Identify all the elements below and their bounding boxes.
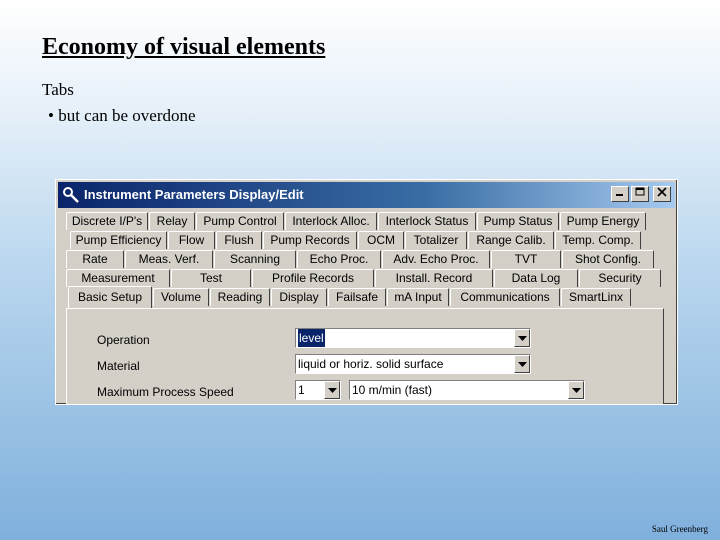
tab-reading[interactable]: Reading [210, 288, 270, 306]
tab-security[interactable]: Security [579, 269, 661, 287]
speed-value: 10 m/min (fast) [352, 383, 433, 397]
tab-pump-status[interactable]: Pump Status [477, 212, 559, 230]
tab-interlock-status[interactable]: Interlock Status [378, 212, 476, 230]
tab-relay[interactable]: Relay [149, 212, 195, 230]
dropdown-button[interactable] [568, 381, 584, 399]
material-label: Material [97, 359, 140, 373]
tab-ocm[interactable]: OCM [358, 231, 404, 249]
tab-pump-energy[interactable]: Pump Energy [560, 212, 646, 230]
tab-row: Pump Efficiency Flow Flush Pump Records … [70, 231, 642, 249]
wrench-icon [62, 186, 80, 204]
slide-subtitle: Tabs [42, 80, 74, 99]
tab-scanning[interactable]: Scanning [214, 250, 296, 268]
tab-pump-efficiency[interactable]: Pump Efficiency [70, 231, 167, 249]
tab-data-log[interactable]: Data Log [494, 269, 578, 287]
tab-discrete-ips[interactable]: Discrete I/P's [66, 212, 148, 230]
tab-totalizer[interactable]: Totalizer [405, 231, 467, 249]
material-value: liquid or horiz. solid surface [298, 357, 444, 371]
title-bar[interactable]: Instrument Parameters Display/Edit [58, 182, 675, 208]
operation-label: Operation [97, 333, 150, 347]
bullet-point: • but can be overdone [48, 106, 196, 125]
maximize-icon [635, 187, 645, 196]
footer-credit: Saul Greenberg [651, 524, 708, 534]
material-select[interactable]: liquid or horiz. solid surface [295, 354, 531, 374]
tab-failsafe[interactable]: Failsafe [328, 288, 386, 306]
tab-ma-input[interactable]: mA Input [387, 288, 449, 306]
tab-install-record[interactable]: Install. Record [375, 269, 493, 287]
operation-select[interactable]: level [295, 328, 531, 348]
tab-tvt[interactable]: TVT [491, 250, 561, 268]
tab-meas-verf[interactable]: Meas. Verf. [125, 250, 213, 268]
tab-strip: Discrete I/P's Relay Pump Control Interl… [66, 212, 666, 310]
tab-echo-proc[interactable]: Echo Proc. [297, 250, 381, 268]
tab-communications[interactable]: Communications [450, 288, 560, 306]
dropdown-button[interactable] [324, 381, 340, 399]
tab-measurement[interactable]: Measurement [66, 269, 170, 287]
dropdown-button[interactable] [514, 329, 530, 347]
chevron-down-icon [328, 388, 337, 393]
minimize-button[interactable] [611, 186, 629, 202]
max-process-speed-label: Maximum Process Speed [97, 385, 234, 399]
close-icon [657, 187, 667, 197]
tab-test[interactable]: Test [171, 269, 251, 287]
chevron-down-icon [518, 362, 527, 367]
tab-flush[interactable]: Flush [216, 231, 262, 249]
tab-range-calib[interactable]: Range Calib. [468, 231, 554, 249]
speed-select[interactable]: 10 m/min (fast) [349, 380, 585, 400]
tab-smartlinx[interactable]: SmartLinx [561, 288, 631, 306]
tab-interlock-alloc[interactable]: Interlock Alloc. [285, 212, 377, 230]
tab-row: Discrete I/P's Relay Pump Control Interl… [66, 212, 647, 230]
dropdown-button[interactable] [514, 355, 530, 373]
chevron-down-icon [518, 336, 527, 341]
slide-title: Economy of visual elements [42, 34, 326, 60]
tab-row: Measurement Test Profile Records Install… [66, 269, 662, 287]
tab-profile-records[interactable]: Profile Records [252, 269, 374, 287]
tab-row: Rate Meas. Verf. Scanning Echo Proc. Adv… [66, 250, 655, 268]
tab-flow[interactable]: Flow [168, 231, 215, 249]
operation-value: level [298, 329, 325, 347]
tab-volume[interactable]: Volume [153, 288, 209, 306]
tab-shot-config[interactable]: Shot Config. [562, 250, 654, 268]
tab-adv-echo-proc[interactable]: Adv. Echo Proc. [382, 250, 490, 268]
speed-index-select[interactable]: 1 [295, 380, 341, 400]
minimize-icon [616, 194, 623, 196]
tab-row: Basic Setup Volume Reading Display Fails… [68, 286, 632, 308]
speed-index-value: 1 [298, 383, 305, 397]
chevron-down-icon [572, 388, 581, 393]
basic-setup-panel: Operation level Material liquid or horiz… [66, 308, 664, 404]
tab-display[interactable]: Display [271, 288, 327, 306]
instrument-window: Instrument Parameters Display/Edit Discr… [55, 179, 678, 405]
window-title: Instrument Parameters Display/Edit [84, 187, 304, 202]
tab-basic-setup[interactable]: Basic Setup [68, 286, 152, 308]
tab-pump-control[interactable]: Pump Control [196, 212, 284, 230]
close-button[interactable] [653, 186, 671, 202]
tab-temp-comp[interactable]: Temp. Comp. [555, 231, 641, 249]
maximize-button[interactable] [631, 186, 649, 202]
tab-pump-records[interactable]: Pump Records [263, 231, 357, 249]
tab-rate[interactable]: Rate [66, 250, 124, 268]
